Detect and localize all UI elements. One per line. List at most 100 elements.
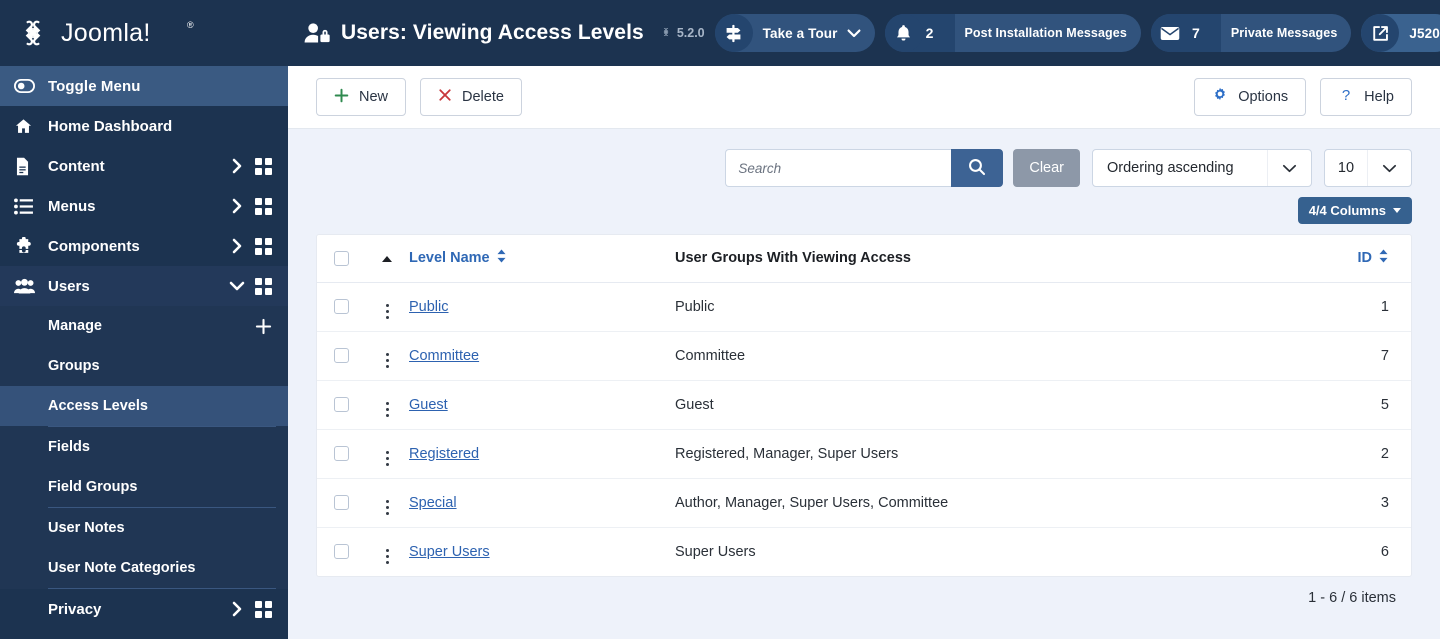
new-button[interactable]: New <box>316 78 407 116</box>
kebab-menu-icon[interactable] <box>385 352 389 368</box>
post-installation-messages-button[interactable]: 2 Post Installation Messages <box>884 14 1141 52</box>
sidebar-item-content[interactable]: Content <box>0 146 288 186</box>
list-limit-select[interactable]: 10 <box>1324 149 1412 187</box>
kebab-menu-icon[interactable] <box>385 499 389 515</box>
sort-ascending-icon <box>382 256 392 263</box>
grid-icon[interactable] <box>250 157 276 175</box>
table-row: Super Users Super Users 6 <box>317 527 1411 576</box>
level-name-link[interactable]: Public <box>409 299 449 315</box>
row-level-name-cell[interactable]: Super Users <box>409 527 675 576</box>
row-actions-cell[interactable] <box>365 527 409 576</box>
sidebar-item-users[interactable]: Users <box>0 266 288 306</box>
options-button[interactable]: Options <box>1194 78 1307 116</box>
header-ordering[interactable] <box>365 235 409 283</box>
chevron-down-icon[interactable] <box>224 281 250 292</box>
brand-logo-area[interactable]: Joomla! ® <box>0 0 288 66</box>
site-link-button[interactable]: J520 <box>1361 14 1440 52</box>
row-checkbox-cell[interactable] <box>317 331 365 381</box>
level-name-link[interactable]: Special <box>409 495 457 511</box>
sort-updown-icon <box>1378 249 1389 267</box>
envelope-icon <box>1150 14 1189 52</box>
row-actions-cell[interactable] <box>365 380 409 430</box>
users-icon <box>14 278 42 295</box>
chevron-down-icon <box>847 29 861 38</box>
signpost-icon <box>714 14 753 52</box>
row-actions-cell[interactable] <box>365 429 409 479</box>
columns-dropdown-button[interactable]: 4/4 Columns <box>1297 197 1412 224</box>
sort-id-link[interactable]: ID <box>1358 249 1390 267</box>
row-groups-cell: Guest <box>675 380 1325 430</box>
sidebar-item-label: Components <box>48 237 140 255</box>
kebab-menu-icon[interactable] <box>385 303 389 319</box>
row-checkbox[interactable] <box>333 348 349 364</box>
row-checkbox[interactable] <box>333 299 349 315</box>
row-checkbox[interactable] <box>333 446 349 462</box>
kebab-menu-icon[interactable] <box>385 450 389 466</box>
kebab-menu-icon[interactable] <box>385 401 389 417</box>
help-button[interactable]: ? Help <box>1320 78 1412 116</box>
level-name-link[interactable]: Registered <box>409 446 479 462</box>
sidebar-item-menus[interactable]: Menus <box>0 186 288 226</box>
sidebar-item-components[interactable]: Components <box>0 226 288 266</box>
row-level-name-cell[interactable]: Public <box>409 282 675 332</box>
row-checkbox[interactable] <box>333 544 349 560</box>
add-user-plus-icon[interactable] <box>250 318 276 335</box>
select-all-checkbox[interactable] <box>333 250 349 266</box>
row-level-name-cell[interactable]: Special <box>409 478 675 528</box>
clear-button[interactable]: Clear <box>1013 149 1080 187</box>
sidebar-subitem-label: Fields <box>48 439 90 455</box>
row-actions-cell[interactable] <box>365 331 409 381</box>
header-level-name[interactable]: Level Name <box>409 235 675 283</box>
row-level-name-cell[interactable]: Guest <box>409 380 675 430</box>
page-title: Users: Viewing Access Levels <box>341 21 644 44</box>
chevron-right-icon[interactable] <box>224 158 250 174</box>
search-input[interactable] <box>725 149 952 187</box>
row-actions-cell[interactable] <box>365 282 409 332</box>
sidebar-item-user-note-categories[interactable]: User Note Categories <box>0 548 288 588</box>
grid-icon[interactable] <box>250 237 276 255</box>
row-level-name-cell[interactable]: Committee <box>409 331 675 381</box>
private-messages-label: Private Messages <box>1230 26 1338 40</box>
sort-level-name-link[interactable]: Level Name <box>409 249 507 267</box>
sidebar-item-user-notes[interactable]: User Notes <box>0 508 288 548</box>
toggle-menu-button[interactable]: Toggle Menu <box>0 66 288 106</box>
chevron-right-icon[interactable] <box>224 238 250 254</box>
sidebar-item-home-dashboard[interactable]: Home Dashboard <box>0 106 288 146</box>
row-checkbox-cell[interactable] <box>317 429 365 479</box>
kebab-menu-icon[interactable] <box>385 548 389 564</box>
table-row: Public Public 1 <box>317 282 1411 332</box>
take-a-tour-button[interactable]: Take a Tour <box>714 14 875 52</box>
sidebar-item-manage[interactable]: Manage <box>0 306 288 346</box>
row-checkbox-cell[interactable] <box>317 380 365 430</box>
private-messages-button[interactable]: 7 Private Messages <box>1150 14 1352 52</box>
level-name-link[interactable]: Super Users <box>409 544 490 560</box>
table-header-row: Level Name User Groups With Viewing Acce… <box>317 235 1411 283</box>
delete-button[interactable]: Delete <box>420 78 522 116</box>
sidebar-item-privacy[interactable]: Privacy <box>0 589 288 629</box>
chevron-right-icon[interactable] <box>224 198 250 214</box>
grid-icon[interactable] <box>250 600 276 618</box>
header-select-all[interactable] <box>317 235 365 283</box>
row-checkbox-cell[interactable] <box>317 478 365 528</box>
header-id[interactable]: ID <box>1325 235 1411 283</box>
search-button[interactable] <box>951 149 1004 187</box>
joomla-logo-icon <box>14 14 52 52</box>
sidebar-item-field-groups[interactable]: Field Groups <box>0 467 288 507</box>
row-checkbox-cell[interactable] <box>317 527 365 576</box>
chevron-right-icon[interactable] <box>224 601 250 617</box>
row-checkbox-cell[interactable] <box>317 282 365 332</box>
grid-icon[interactable] <box>250 277 276 295</box>
sidebar-item-groups[interactable]: Groups <box>0 346 288 386</box>
row-checkbox[interactable] <box>333 495 349 511</box>
row-actions-cell[interactable] <box>365 478 409 528</box>
row-level-name-cell[interactable]: Registered <box>409 429 675 479</box>
level-name-link[interactable]: Committee <box>409 348 479 364</box>
sidebar-item-access-levels[interactable]: Access Levels <box>0 386 288 426</box>
grid-icon[interactable] <box>250 197 276 215</box>
level-name-link[interactable]: Guest <box>409 397 448 413</box>
row-checkbox[interactable] <box>333 397 349 413</box>
caret-down-icon <box>1393 208 1401 213</box>
sidebar-item-fields[interactable]: Fields <box>0 427 288 467</box>
row-groups-cell: Super Users <box>675 543 756 560</box>
ordering-select[interactable]: Ordering ascending <box>1092 149 1312 187</box>
